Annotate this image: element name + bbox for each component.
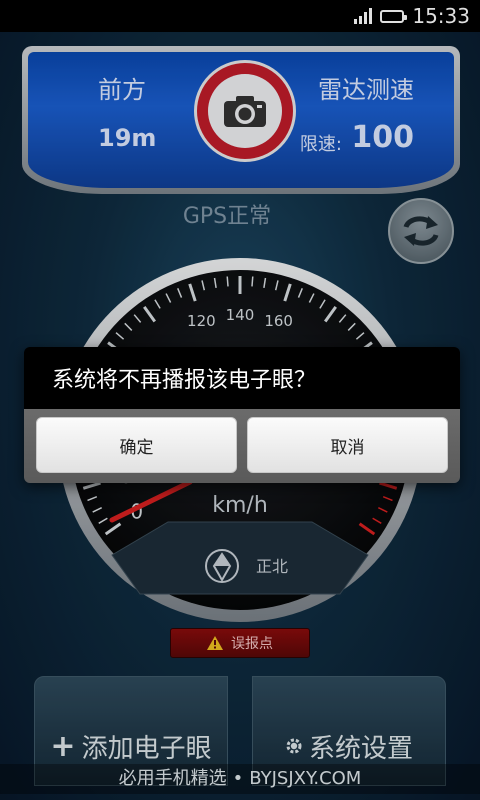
dialog-title: 系统将不再播报该电子眼？ — [24, 347, 460, 409]
confirm-dialog: 系统将不再播报该电子眼？ 确定 取消 — [24, 347, 460, 483]
confirm-button[interactable]: 确定 — [36, 417, 237, 473]
cancel-button[interactable]: 取消 — [247, 417, 448, 473]
